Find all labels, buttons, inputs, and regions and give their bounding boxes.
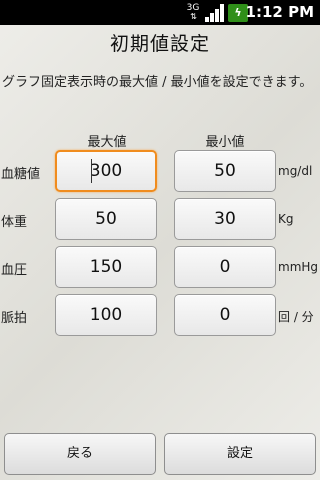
blood-glucose-max-input[interactable]: 300 bbox=[55, 150, 157, 192]
status-bar: 3G ⇅ ϟ 1:12 PM bbox=[0, 0, 320, 25]
row-label-blood-pressure: 血圧 bbox=[1, 263, 28, 278]
signal-strength-icon bbox=[205, 3, 225, 22]
row-label-pulse: 脈拍 bbox=[1, 311, 28, 326]
back-button-label: 戻る bbox=[66, 446, 93, 461]
pulse-max-input[interactable]: 100 bbox=[55, 294, 157, 336]
row-label-blood-glucose: 血糖値 bbox=[1, 167, 41, 182]
status-icons: 3G ⇅ ϟ bbox=[184, 3, 248, 22]
weight-max-input[interactable]: 50 bbox=[55, 198, 157, 240]
weight-min-value: 30 bbox=[214, 209, 236, 229]
pulse-max-value: 100 bbox=[89, 305, 123, 325]
set-button[interactable]: 設定 bbox=[164, 433, 316, 475]
row-label-weight: 体重 bbox=[1, 215, 28, 230]
weight-min-input[interactable]: 30 bbox=[174, 198, 276, 240]
blood-pressure-min-input[interactable]: 0 bbox=[174, 246, 276, 288]
blood-glucose-max-value: 300 bbox=[89, 161, 123, 181]
settings-screen: 初期値設定 グラフ固定表示時の最大値 / 最小値を設定できます。 最大値 最小値… bbox=[0, 25, 320, 480]
blood-pressure-max-input[interactable]: 150 bbox=[55, 246, 157, 288]
pulse-min-input[interactable]: 0 bbox=[174, 294, 276, 336]
min-column-header: 最小値 bbox=[205, 135, 245, 150]
back-button[interactable]: 戻る bbox=[4, 433, 156, 475]
weight-max-value: 50 bbox=[95, 209, 117, 229]
3g-network-icon: 3G ⇅ bbox=[184, 3, 202, 22]
blood-pressure-min-value: 0 bbox=[219, 257, 231, 277]
pulse-min-value: 0 bbox=[219, 305, 231, 325]
blood-glucose-min-input[interactable]: 50 bbox=[174, 150, 276, 192]
page-title: 初期値設定 bbox=[109, 33, 210, 55]
unit-blood-pressure: mmHg bbox=[278, 260, 319, 274]
description-text: グラフ固定表示時の最大値 / 最小値を設定できます。 bbox=[2, 75, 313, 90]
blood-pressure-max-value: 150 bbox=[89, 257, 123, 277]
text-cursor bbox=[91, 159, 92, 183]
unit-blood-glucose: mg/dl bbox=[278, 164, 313, 178]
unit-weight: Kg bbox=[278, 212, 294, 226]
blood-glucose-min-value: 50 bbox=[214, 161, 236, 181]
clock: 1:12 PM bbox=[245, 3, 314, 21]
unit-pulse: 回 / 分 bbox=[278, 310, 314, 324]
max-column-header: 最大値 bbox=[87, 135, 127, 150]
set-button-label: 設定 bbox=[226, 446, 253, 461]
